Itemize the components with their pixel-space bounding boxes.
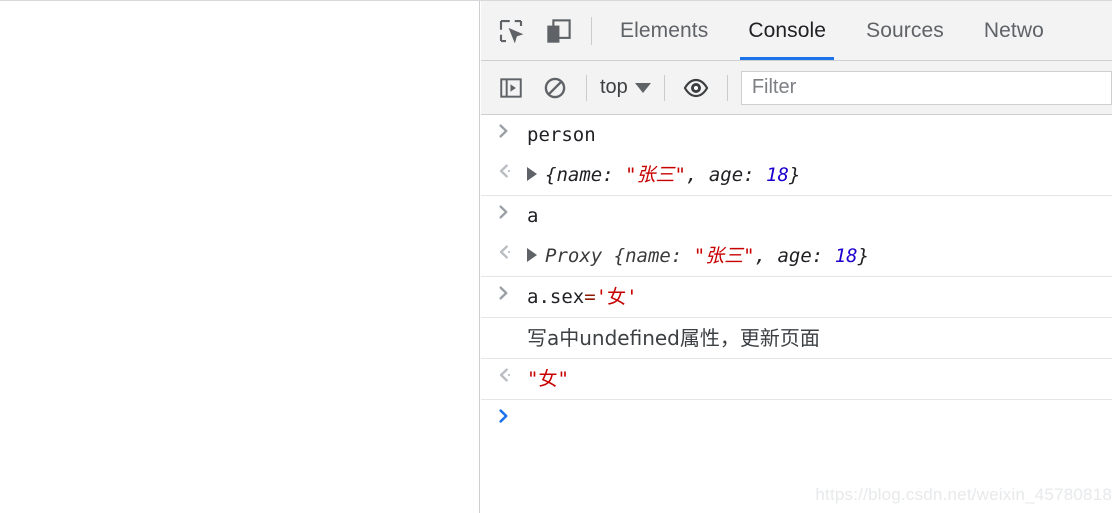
expand-triangle-icon[interactable] [527,247,537,262]
clear-console-icon[interactable] [533,66,577,110]
console-message-list[interactable]: person {name: "张三", age: 18} a Proxy {na… [481,115,1112,513]
console-input-expression: person [527,124,596,146]
input-chevron-icon [481,201,527,221]
tabbar-divider [591,16,592,45]
devtools-tabbar: Elements Console Sources Netwo [481,1,1112,61]
console-output-value: Proxy {name: "张三", age: 18} [527,241,1112,271]
console-prompt[interactable] [481,399,1112,439]
inspect-element-icon[interactable] [487,7,535,55]
console-toolbar-divider-2 [663,74,665,101]
chevron-down-icon [634,82,651,93]
page-viewport [0,1,480,513]
devtools-panel: Elements Console Sources Netwo top Filte… [481,1,1112,513]
prompt-chevron-icon [481,405,527,425]
devtools-screenshot: Elements Console Sources Netwo top Filte… [0,0,1112,513]
tab-network-label: Netwo [983,18,1044,42]
tab-console[interactable]: Console [728,1,846,60]
tab-elements-label: Elements [620,18,709,42]
console-input-expression: a.sex='女' [527,286,638,308]
output-chevron-icon [481,241,527,261]
execution-context-label: top [600,76,628,98]
log-gutter-empty [481,323,527,325]
console-output-value: "女" [527,368,569,390]
console-message-input[interactable]: a [481,195,1112,236]
console-log-text: 写a中undefined属性，更新页面 [527,326,820,350]
console-message-output[interactable]: "女" [481,358,1112,399]
device-toolbar-icon[interactable] [535,7,583,55]
console-message-input[interactable]: a.sex='女' [481,276,1112,317]
console-input-expression: a [527,205,539,227]
tab-sources[interactable]: Sources [846,1,964,60]
tab-console-label: Console [748,18,827,42]
console-toolbar-divider-3 [726,74,728,101]
console-message-output[interactable]: {name: "张三", age: 18} [481,155,1112,195]
execution-context-selector[interactable]: top [596,76,655,99]
tab-elements[interactable]: Elements [600,1,728,60]
filter-input[interactable]: Filter [740,70,1112,105]
input-chevron-icon [481,282,527,302]
console-message-output[interactable]: Proxy {name: "张三", age: 18} [481,236,1112,276]
output-chevron-icon [481,364,527,384]
watermark: https://blog.csdn.net/weixin_45780818 [815,485,1112,504]
console-toolbar: top Filter [481,61,1112,115]
console-toolbar-divider-1 [586,74,587,101]
output-chevron-icon [481,160,527,180]
input-chevron-icon [481,120,527,140]
console-output-value: {name: "张三", age: 18} [527,160,1112,190]
tab-network[interactable]: Netwo [964,1,1064,60]
tab-sources-label: Sources [866,18,944,42]
console-message-input[interactable]: person [481,115,1112,155]
filter-placeholder: Filter [751,76,797,98]
console-sidebar-icon[interactable] [489,66,533,110]
console-message-log[interactable]: 写a中undefined属性，更新页面 [481,317,1112,358]
expand-triangle-icon[interactable] [527,166,537,181]
live-expression-eye-icon[interactable] [674,66,718,110]
